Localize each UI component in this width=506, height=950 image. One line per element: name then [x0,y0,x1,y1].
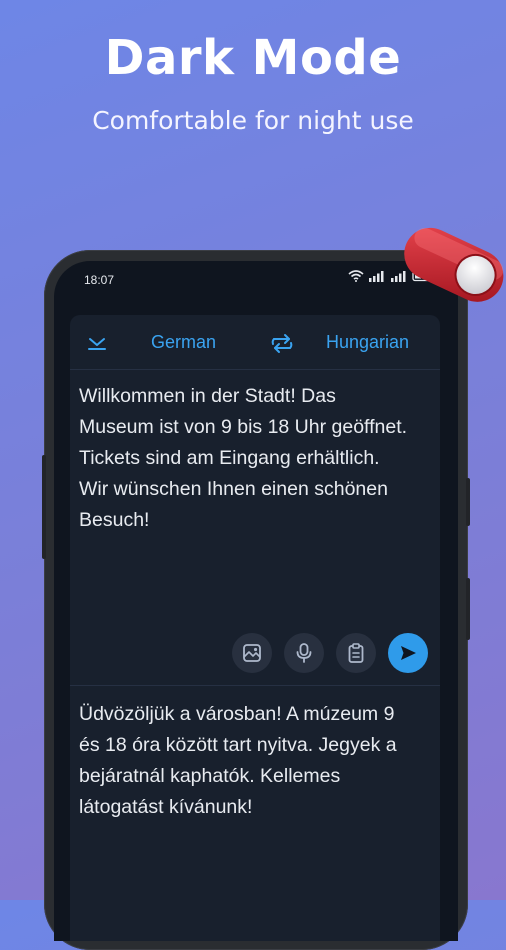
phone-right-button-bottom [466,578,470,640]
send-icon [401,646,416,660]
promo-title: Dark Mode [104,30,402,86]
image-button[interactable] [232,633,272,673]
wifi-icon [348,270,364,282]
target-language-button[interactable]: Hungarian [326,332,409,353]
clipboard-button[interactable] [336,633,376,673]
source-target-divider [70,685,440,686]
swap-icon[interactable] [269,330,295,356]
phone-screen: 18:07 German Hungarian Willkommen in der… [54,261,458,941]
status-time: 18:07 [84,273,115,287]
language-bar: German Hungarian [70,315,440,369]
promo-subtitle: Comfortable for night use [92,106,414,135]
toggle-switch-decoration [404,227,504,302]
source-language-button[interactable]: German [151,332,216,353]
translator-card: German Hungarian Willkommen in der Stadt… [70,315,440,941]
source-text-input[interactable]: Willkommen in der Stadt! Das Museum ist … [79,381,409,536]
signal-icon [368,271,384,282]
clipboard-icon [348,643,364,663]
send-button[interactable] [388,633,428,673]
chevron-down-icon[interactable] [86,333,108,351]
image-icon [243,644,261,662]
translation-output: Üdvözöljük a városban! A múzeum 9 és 18 … [79,703,397,818]
phone-left-button [42,455,46,559]
microphone-icon [296,643,312,663]
phone-right-button-top [466,478,470,526]
microphone-button[interactable] [284,633,324,673]
language-bar-divider [70,369,440,370]
